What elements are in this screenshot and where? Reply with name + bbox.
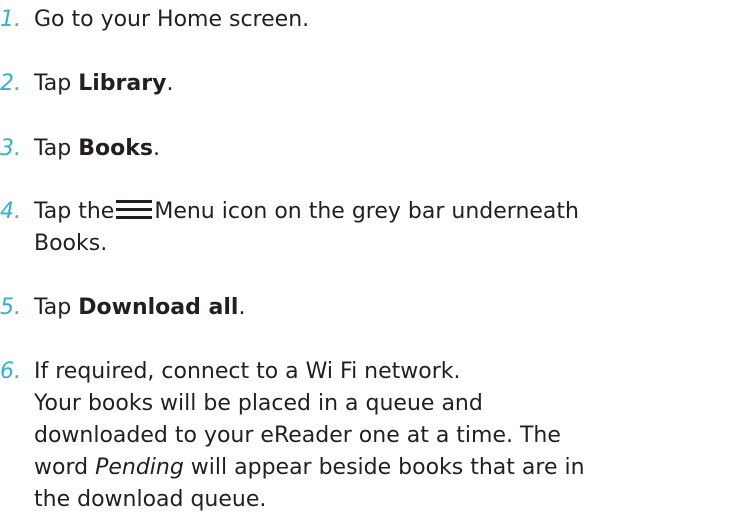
- step-line-suffix: will appear beside books that are in: [183, 455, 585, 480]
- step-text: If required, connect to a Wi Fi network.…: [34, 356, 734, 516]
- step-suffix: .: [238, 295, 246, 320]
- step-line: word Pending will appear beside books th…: [34, 452, 734, 484]
- step-prefix: Tap: [34, 136, 79, 161]
- step-line: Your books will be placed in a queue and: [34, 391, 483, 416]
- step-continuation: Books.: [34, 231, 108, 256]
- step-text: Tap Download all.: [34, 292, 734, 324]
- step-suffix: .: [152, 136, 160, 161]
- step-line-prefix: word: [34, 455, 96, 480]
- ui-term-books: Books: [78, 136, 153, 161]
- step-suffix: Menu icon on the grey bar underneath: [154, 199, 579, 224]
- step-line: the download queue.: [34, 487, 267, 512]
- step-text: Tap Library.: [34, 68, 734, 100]
- step-number: 6.: [0, 359, 21, 384]
- step-number: 4.: [0, 199, 21, 224]
- step-prefix: Tap: [34, 295, 79, 320]
- step-line: If required, connect to a Wi Fi network.: [34, 359, 461, 384]
- step-line: downloaded to your eReader one at a time…: [34, 423, 561, 448]
- ui-term-download-all: Download all: [78, 295, 239, 320]
- step-suffix: .: [166, 71, 174, 96]
- step-number: 3.: [0, 136, 21, 161]
- step-text: Go to your Home screen.: [34, 7, 310, 32]
- step-number: 1.: [0, 7, 21, 32]
- step-prefix: Tap the: [34, 199, 115, 224]
- step-prefix: Tap: [34, 71, 79, 96]
- ui-term-library: Library: [78, 71, 167, 96]
- menu-icon: [116, 197, 153, 219]
- step-number: 5.: [0, 295, 21, 320]
- term-pending: Pending: [95, 455, 184, 480]
- step-text: Tap the Menu icon on the grey bar underne…: [34, 196, 734, 260]
- step-number: 2.: [0, 71, 21, 96]
- step-text: Tap Books.: [34, 133, 734, 165]
